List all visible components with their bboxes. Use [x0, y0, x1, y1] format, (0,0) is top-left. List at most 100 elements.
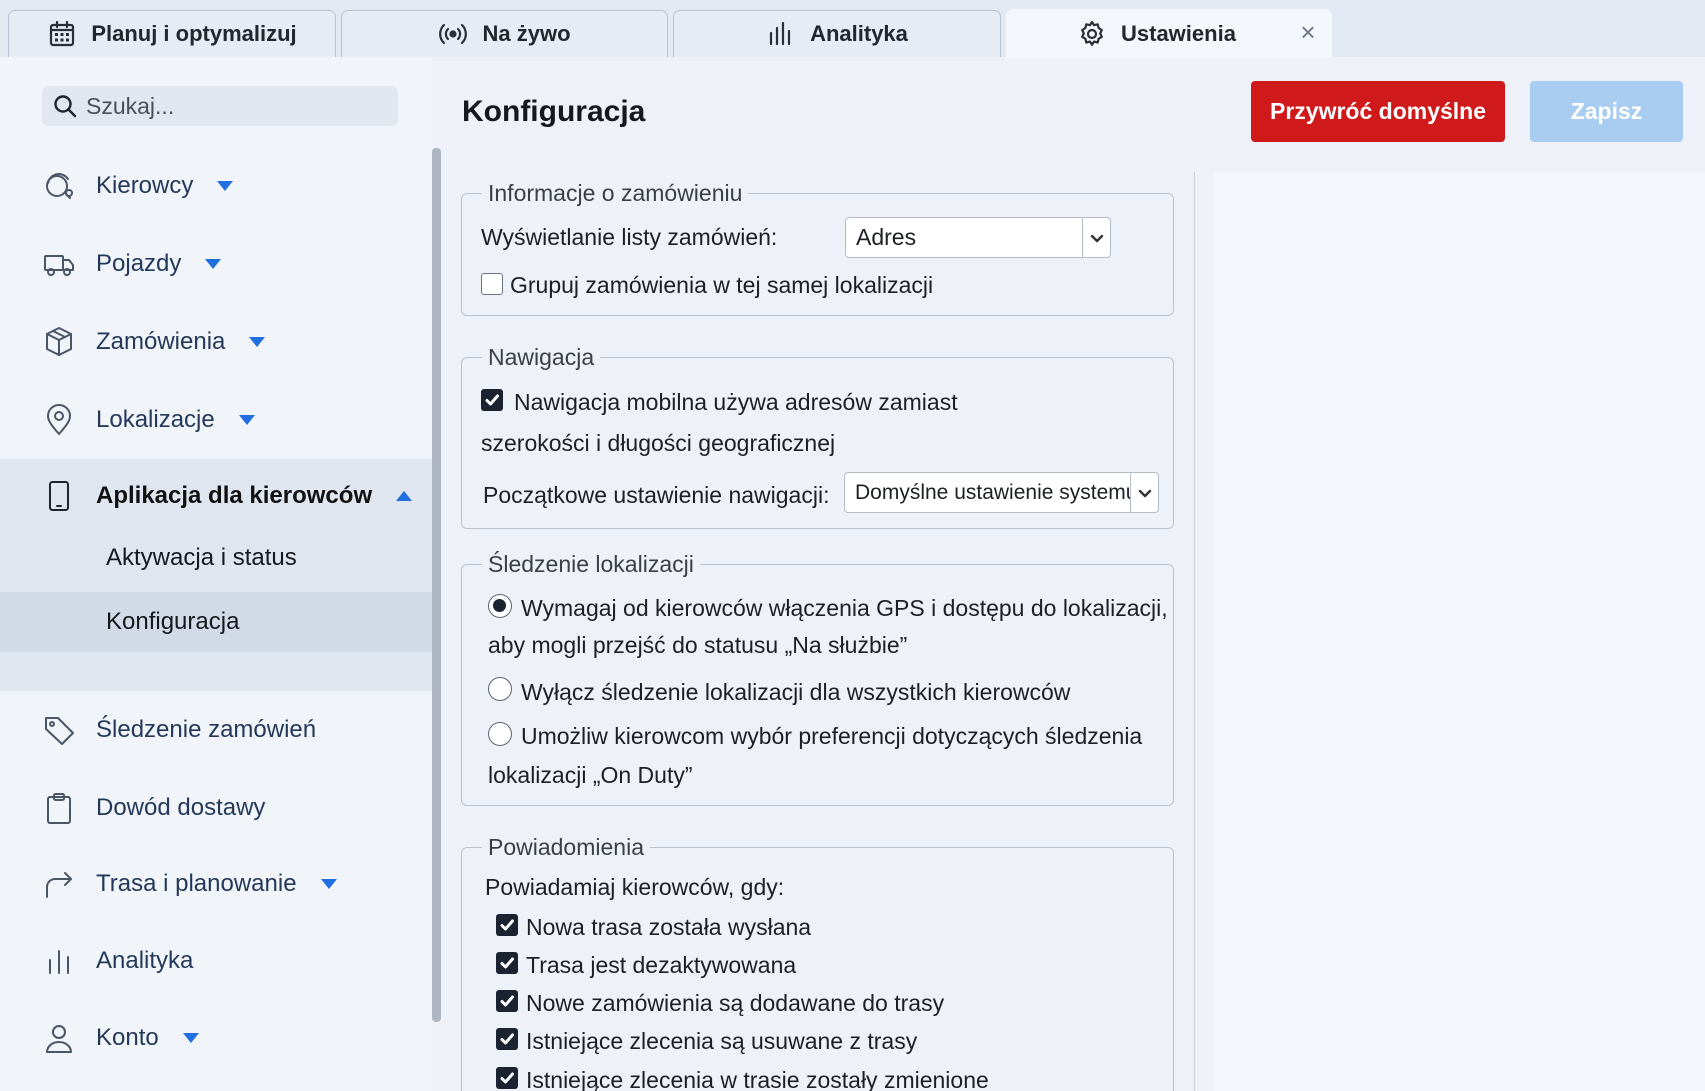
initial-navigation-select[interactable]: Domyślne ustawienie systemu: [844, 472, 1159, 513]
route-arrow-icon: [46, 872, 72, 898]
calendar-icon: [50, 20, 75, 47]
notify-route-deactivated-checkbox[interactable]: [496, 952, 518, 974]
tab-label: Analityka: [810, 21, 908, 46]
sidebar-item-label: Śledzenie zamówień: [96, 716, 317, 743]
chevron-down-icon: [1082, 218, 1110, 257]
package-icon: [46, 327, 72, 356]
mobile-navigation-checkbox[interactable]: [481, 389, 503, 411]
mobile-navigation-label-cont: szerokości i długości geograficznej: [481, 430, 836, 456]
initial-navigation-label: Początkowe ustawienie nawigacji:: [483, 482, 830, 508]
tracking-require-gps-radio[interactable]: [488, 594, 512, 618]
chevron-down-icon: [205, 259, 222, 269]
order-list-display-label: Wyświetlanie listy zamówień:: [481, 224, 778, 250]
chevron-down-icon: [249, 337, 266, 347]
search-box: [42, 86, 398, 126]
live-broadcast-icon: [439, 23, 468, 45]
tab-analytics[interactable]: Analityka: [673, 10, 1001, 57]
order-list-display-select[interactable]: Adres: [845, 217, 1111, 258]
tab-plan-optimize[interactable]: Planuj i optymalizuj: [8, 10, 336, 57]
sidebar-item-label: Pojazdy: [96, 250, 182, 277]
bar-chart-icon: [49, 950, 69, 974]
tracking-driver-choice-radio[interactable]: [488, 722, 512, 746]
user-icon: [46, 1025, 72, 1053]
sidebar-item-label: Lokalizacje: [96, 406, 215, 433]
bar-chart-icon: [769, 21, 791, 46]
drivers-icon: [46, 173, 73, 199]
notify-orders-added-checkbox[interactable]: [496, 990, 518, 1012]
tab-label: Na żywo: [482, 21, 571, 46]
sidebar-item-route-planning[interactable]: Trasa i planowanie: [0, 854, 432, 914]
page-title: Konfiguracja: [462, 95, 646, 128]
sidebar-item-vehicles[interactable]: Pojazdy: [0, 234, 432, 294]
notifications-intro: Powiadamiaj kierowców, gdy:: [485, 874, 785, 900]
tab-settings[interactable]: Ustawienia ×: [1006, 9, 1332, 58]
chevron-up-icon: [396, 491, 413, 501]
sidebar-item-label: Dowód dostawy: [96, 794, 266, 821]
tab-label: Planuj i optymalizuj: [91, 21, 297, 46]
sidebar-scrollbar[interactable]: [432, 148, 441, 1022]
group-orders-checkbox[interactable]: [481, 273, 503, 295]
gear-icon: [1081, 20, 1103, 46]
tracking-disable-label: Wyłącz śledzenie lokalizacji dla wszystk…: [521, 679, 1071, 705]
notify-orders-removed-checkbox[interactable]: [496, 1028, 518, 1050]
section-legend: Informacje o zamówieniu: [488, 180, 743, 206]
notify-route-deactivated-label: Trasa jest dezaktywowana: [526, 952, 797, 978]
notify-new-route-checkbox[interactable]: [496, 914, 518, 936]
chevron-down-icon: [217, 181, 234, 191]
tag-icon: [45, 717, 74, 745]
driver-app-group: Aplikacja dla kierowców Aktywacja i stat…: [0, 459, 432, 691]
right-panel: [1213, 172, 1705, 1091]
select-value: Adres: [856, 224, 917, 250]
smartphone-icon: [49, 481, 69, 511]
mobile-navigation-label: Nawigacja mobilna używa adresów zamiast: [514, 389, 958, 415]
chevron-down-icon: [1130, 473, 1158, 512]
section-legend: Nawigacja: [488, 344, 595, 370]
sidebar-item-label: Zamówienia: [96, 328, 226, 355]
sidebar-item-locations[interactable]: Lokalizacje: [0, 390, 432, 450]
chevron-down-icon: [182, 1033, 199, 1043]
tracking-disable-radio[interactable]: [488, 677, 512, 701]
tracking-require-gps-label-cont: aby mogli przejść do statusu „Na służbie…: [488, 632, 908, 658]
sidebar-subitem-label: Konfiguracja: [106, 608, 240, 635]
tab-live[interactable]: Na żywo: [341, 10, 668, 57]
notify-orders-removed-label: Istniejące zlecenia są usuwane z trasy: [526, 1028, 918, 1054]
search-input[interactable]: [86, 92, 386, 120]
sidebar-item-account[interactable]: Konto: [0, 1008, 432, 1068]
sidebar-item-label: Konto: [96, 1024, 159, 1051]
sidebar-item-proof-of-delivery[interactable]: Dowód dostawy: [0, 778, 432, 838]
sidebar-item-order-tracking[interactable]: Śledzenie zamówień: [0, 700, 432, 760]
sidebar-subitem-configuration[interactable]: Konfiguracja: [0, 592, 432, 652]
tab-bar: Planuj i optymalizuj Na żywo Analityka U…: [0, 0, 1705, 58]
select-value: Domyślne ustawienie systemu: [855, 480, 1130, 504]
notify-orders-added-label: Nowe zamówienia są dodawane do trasy: [526, 990, 945, 1016]
sidebar-item-orders[interactable]: Zamówienia: [0, 312, 432, 372]
clipboard-icon: [47, 793, 71, 824]
search-icon: [54, 95, 77, 118]
location-pin-icon: [47, 404, 71, 435]
notify-orders-changed-label: Istniejące zlecenia w trasie zostały zmi…: [526, 1067, 989, 1091]
sidebar-item-driver-app[interactable]: Aplikacja dla kierowców: [0, 466, 432, 526]
sidebar-item-label: Trasa i planowanie: [96, 870, 297, 897]
section-legend: Powiadomienia: [488, 834, 644, 860]
close-tab-icon[interactable]: ×: [1295, 17, 1321, 47]
save-button[interactable]: Zapisz: [1530, 81, 1683, 142]
tracking-require-gps-label: Wymagaj od kierowców włączenia GPS i dos…: [521, 595, 1168, 621]
sidebar-item-label: Analityka: [96, 947, 194, 974]
tracking-driver-choice-label-cont: lokalizacji „On Duty”: [488, 762, 693, 788]
notify-new-route-label: Nowa trasa została wysłana: [526, 914, 812, 940]
sidebar: Kierowcy Pojazdy Zamówienia Lokalizacje …: [0, 57, 432, 1091]
group-orders-label: Grupuj zamówienia w tej samej lokalizacj…: [510, 272, 934, 298]
notify-orders-changed-checkbox[interactable]: [496, 1067, 518, 1089]
restore-defaults-button[interactable]: Przywróć domyślne: [1251, 81, 1505, 142]
chevron-down-icon: [238, 415, 255, 425]
chevron-down-icon: [320, 879, 337, 889]
truck-icon: [44, 255, 74, 276]
tab-label: Ustawienia: [1121, 21, 1236, 46]
sidebar-item-label: Kierowcy: [96, 172, 194, 199]
sidebar-item-drivers[interactable]: Kierowcy: [0, 156, 432, 216]
section-legend: Śledzenie lokalizacji: [488, 551, 694, 577]
tracking-driver-choice-label: Umożliw kierowcom wybór preferencji doty…: [521, 723, 1143, 749]
sidebar-item-analytics[interactable]: Analityka: [0, 931, 432, 991]
sidebar-item-label: Aplikacja dla kierowców: [96, 482, 373, 509]
sidebar-subitem-activation-status[interactable]: Aktywacja i status: [0, 528, 432, 588]
